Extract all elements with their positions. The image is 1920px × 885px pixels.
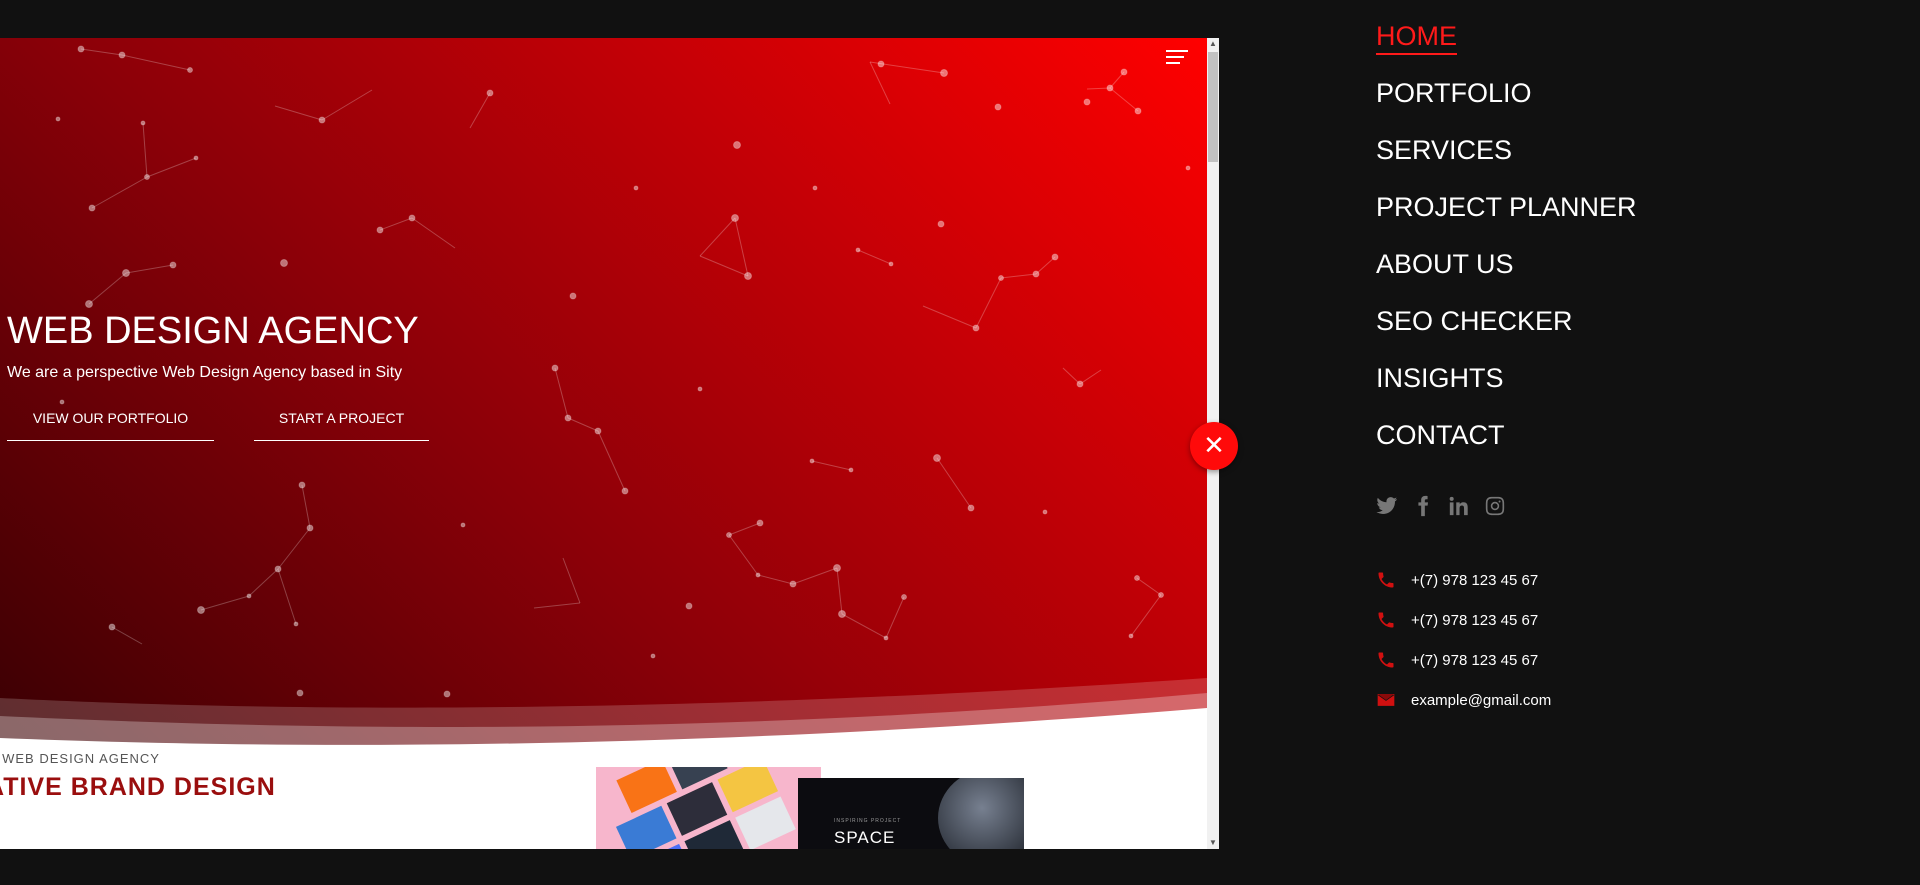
contact-phone-text: +(7) 978 123 45 67 xyxy=(1411,611,1539,629)
section-eyebrow: NG WEB DESIGN AGENCY xyxy=(0,751,160,766)
instagram-icon[interactable] xyxy=(1484,495,1506,517)
close-icon: ✕ xyxy=(1203,430,1225,460)
section-title: ATIVE BRAND DESIGN xyxy=(0,773,276,801)
facebook-icon[interactable] xyxy=(1412,495,1434,517)
space-small-caption: INSPIRING PROJECT xyxy=(834,818,902,824)
hamburger-menu-icon[interactable] xyxy=(1166,50,1188,68)
linkedin-icon[interactable] xyxy=(1448,495,1470,517)
contact-phone-text: +(7) 978 123 45 67 xyxy=(1411,651,1539,669)
contact-email-text: example@gmail.com xyxy=(1411,691,1552,709)
contact-list: +(7) 978 123 45 67 +(7) 978 123 45 67 +(… xyxy=(1376,560,1551,720)
close-menu-button[interactable]: ✕ xyxy=(1190,422,1238,470)
social-links xyxy=(1376,495,1506,517)
menu-item-insights[interactable]: INSIGHTS xyxy=(1376,356,1637,413)
slide-menu: HOME PORTFOLIO SERVICES PROJECT PLANNER … xyxy=(1376,14,1637,470)
menu-item-services[interactable]: SERVICES xyxy=(1376,128,1637,185)
start-project-button[interactable]: START A PROJECT xyxy=(254,410,429,441)
phone-icon xyxy=(1378,612,1394,628)
page-preview: WEB DESIGN AGENCY We are a perspective W… xyxy=(0,38,1219,849)
planet-image xyxy=(938,778,1024,849)
hero-subtitle: We are a perspective Web Design Agency b… xyxy=(7,364,403,381)
scroll-up-arrow-icon[interactable]: ▲ xyxy=(1208,38,1218,50)
menu-item-portfolio[interactable]: PORTFOLIO xyxy=(1376,71,1637,128)
cards-illustration xyxy=(615,767,796,849)
phone-icon xyxy=(1378,652,1394,668)
menu-item-about-us[interactable]: ABOUT US xyxy=(1376,242,1637,299)
space-title: SPACE xyxy=(834,828,896,847)
scroll-down-arrow-icon[interactable]: ▼ xyxy=(1208,837,1218,849)
hero-title: WEB DESIGN AGENCY xyxy=(7,310,419,352)
contact-phone-2[interactable]: +(7) 978 123 45 67 xyxy=(1376,600,1551,640)
particle-network xyxy=(55,45,1191,698)
scrollbar-thumb[interactable] xyxy=(1208,52,1218,162)
phone-icon xyxy=(1378,572,1394,588)
hero-wave xyxy=(0,678,1207,748)
menu-item-seo-checker[interactable]: SEO CHECKER xyxy=(1376,299,1637,356)
view-portfolio-button[interactable]: VIEW OUR PORTFOLIO xyxy=(7,410,214,441)
hero-section: WEB DESIGN AGENCY We are a perspective W… xyxy=(0,38,1207,748)
contact-email[interactable]: example@gmail.com xyxy=(1376,680,1551,720)
twitter-icon[interactable] xyxy=(1376,495,1398,517)
portfolio-thumbnail-space[interactable]: INSPIRING PROJECT SPACE xyxy=(798,778,1024,849)
menu-item-project-planner[interactable]: PROJECT PLANNER xyxy=(1376,185,1637,242)
contact-phone-text: +(7) 978 123 45 67 xyxy=(1411,571,1539,589)
menu-item-home[interactable]: HOME xyxy=(1376,14,1637,71)
envelope-icon xyxy=(1377,694,1395,706)
contact-phone-3[interactable]: +(7) 978 123 45 67 xyxy=(1376,640,1551,680)
contact-phone-1[interactable]: +(7) 978 123 45 67 xyxy=(1376,560,1551,600)
menu-item-contact[interactable]: CONTACT xyxy=(1376,413,1637,470)
portfolio-thumbnail-cards[interactable] xyxy=(596,767,821,849)
